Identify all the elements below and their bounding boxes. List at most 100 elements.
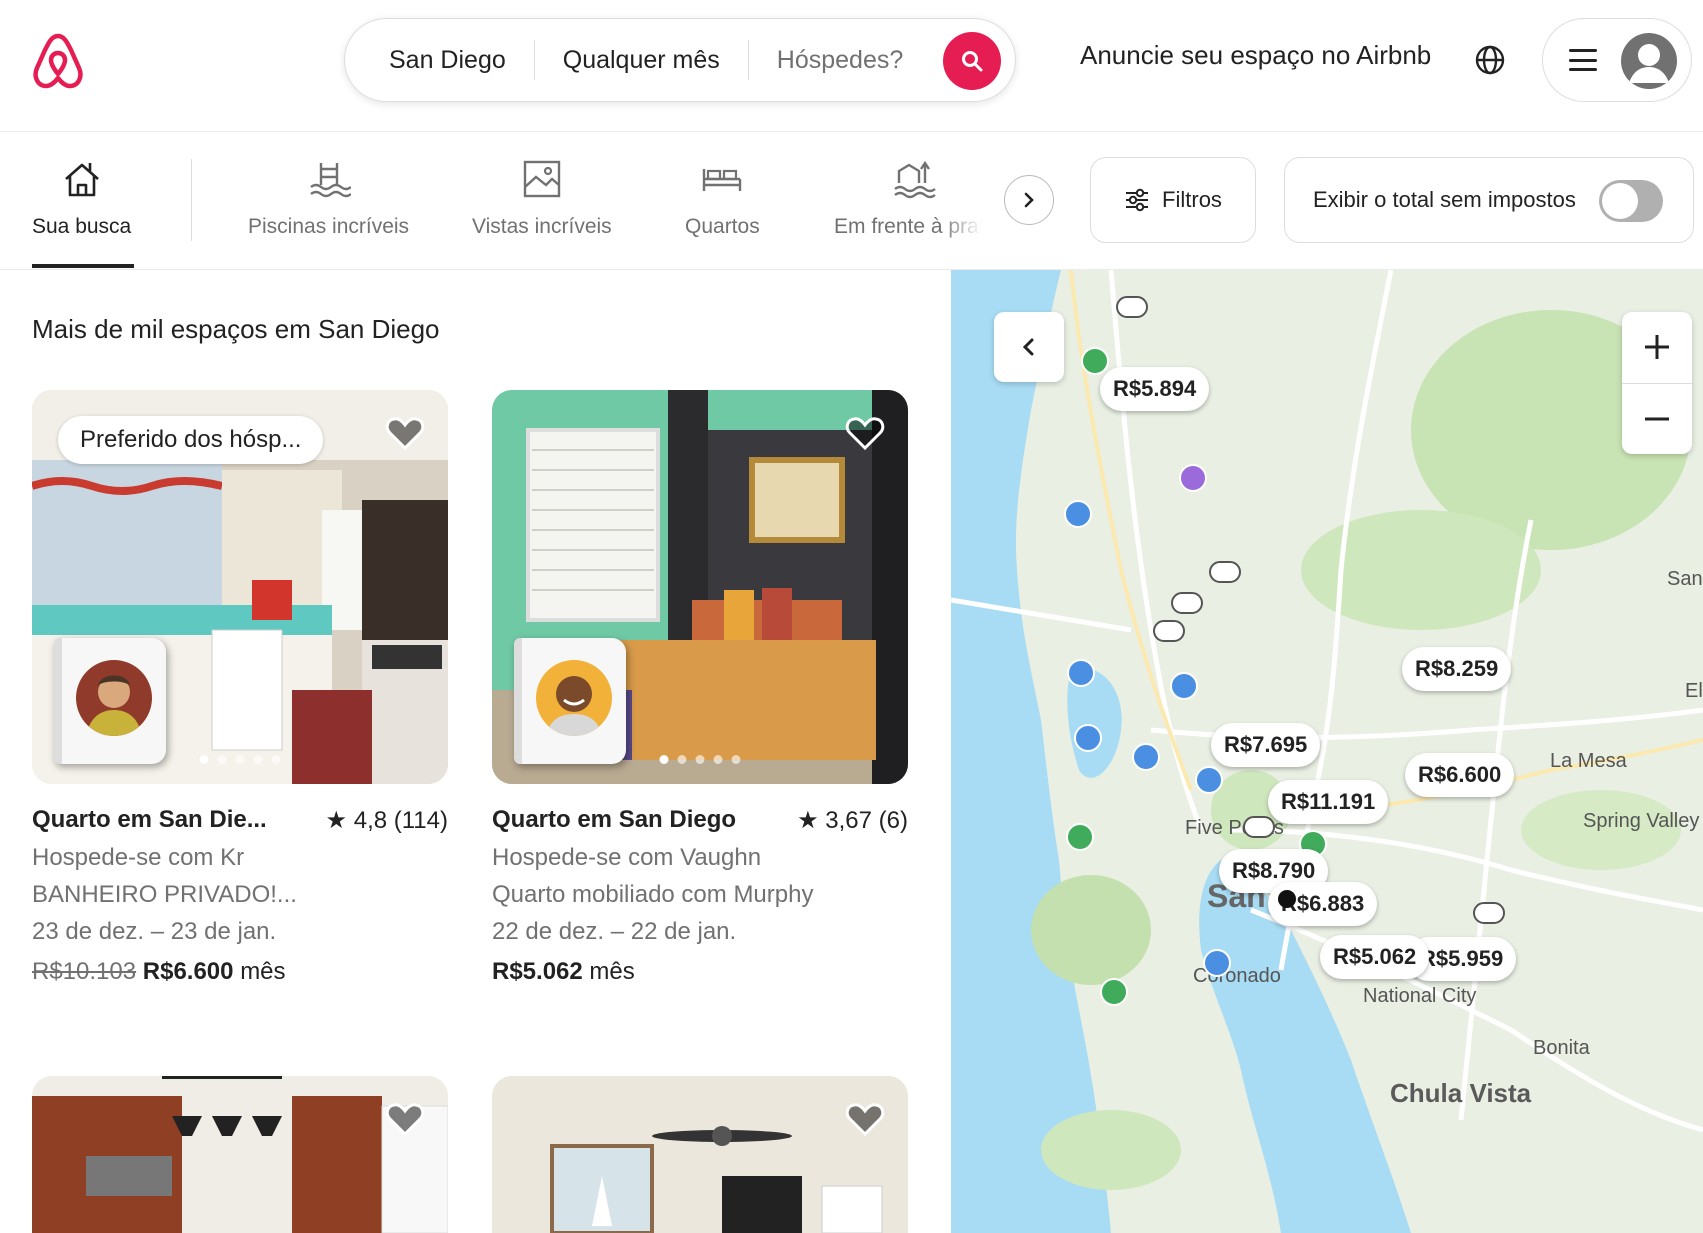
category-label: Sua busca <box>32 215 132 238</box>
beach-poi-icon[interactable] <box>1203 949 1231 977</box>
photo-pagination[interactable] <box>659 755 741 764</box>
beach-poi-icon[interactable] <box>1067 659 1095 687</box>
search-icon <box>962 51 983 72</box>
avatar <box>1621 33 1677 89</box>
listing-card[interactable]: Preferido dos hósp... Quarto em San Die.… <box>32 390 448 986</box>
photo-pagination[interactable] <box>199 755 281 764</box>
beach-poi-icon[interactable] <box>1064 500 1092 528</box>
listing-host: Hospede-se com Vaughn <box>492 844 762 871</box>
host-avatar <box>76 660 152 736</box>
search-dates[interactable]: Qualquer mês <box>535 40 748 80</box>
map-price-pin[interactable]: R$6.600 <box>1405 753 1515 797</box>
attraction-poi-icon[interactable] <box>1170 672 1198 700</box>
heart-icon[interactable] <box>384 412 426 454</box>
category-fade <box>940 153 1000 253</box>
search-guests[interactable]: Hóspedes? <box>749 40 931 80</box>
map-place-label: Bonita <box>1533 1037 1590 1059</box>
map-pin[interactable] <box>1243 816 1275 838</box>
map-pin[interactable] <box>1171 592 1203 614</box>
user-menu-button[interactable] <box>1542 18 1692 102</box>
search-location[interactable]: San Diego <box>345 40 534 80</box>
park-poi-icon[interactable] <box>1100 978 1128 1006</box>
map-price-pin[interactable]: R$5.894 <box>1100 367 1210 411</box>
tax-toggle[interactable]: Exibir o total sem impostos <box>1284 157 1694 243</box>
listing-description: Quarto mobiliado com Murphy <box>492 881 814 908</box>
heart-icon[interactable] <box>384 1098 426 1140</box>
search-bar[interactable]: San Diego Qualquer mês Hóspedes? <box>344 18 1016 102</box>
user-silhouette-icon <box>1629 44 1669 83</box>
heart-icon[interactable] <box>844 1098 886 1140</box>
listing-price: R$10.103 R$6.600 mês <box>32 958 448 986</box>
listing-card[interactable] <box>492 1076 908 1233</box>
listing-card[interactable] <box>32 1076 448 1233</box>
results-count: Mais de mil espaços em San Diego <box>32 314 440 344</box>
pool-icon <box>309 163 351 198</box>
airbnb-logo-icon[interactable] <box>30 30 86 90</box>
category-sua-busca[interactable]: Sua busca <box>32 157 131 239</box>
category-quartos[interactable]: Quartos <box>685 157 760 239</box>
map-place-label: National City <box>1363 985 1477 1007</box>
listing-photo[interactable]: Preferido dos hósp... <box>32 390 448 784</box>
house-icon <box>64 163 99 197</box>
listing-photo[interactable] <box>492 1076 908 1233</box>
beach-icon <box>893 160 936 199</box>
attraction-poi-icon[interactable] <box>1074 724 1102 752</box>
price-current: R$5.062 <box>492 958 583 985</box>
map-place-label: El <box>1685 680 1703 702</box>
tax-switch[interactable] <box>1599 180 1663 222</box>
listing-photo[interactable] <box>32 1076 448 1233</box>
listing-title: Quarto em San Diego <box>492 806 737 833</box>
listing-rating: ★ 4,8 (114) <box>325 807 448 834</box>
shopping-poi-icon[interactable] <box>1179 464 1207 492</box>
listing-title: Quarto em San Die... <box>32 806 267 833</box>
zoom-in-button[interactable] <box>1622 312 1692 382</box>
map-pin[interactable] <box>1116 296 1148 318</box>
guest-favorite-badge: Preferido dos hósp... <box>58 416 324 464</box>
category-next-button[interactable] <box>1004 175 1054 225</box>
listing-price: R$5.062 mês <box>492 958 908 986</box>
map-pin[interactable] <box>1153 620 1185 642</box>
price-unit: mês <box>240 958 286 985</box>
category-label: Piscinas incríveis <box>248 215 410 238</box>
category-bar: Sua busca Piscinas incríveis Vistas incr… <box>0 133 1703 270</box>
map-price-pin[interactable]: R$11.191 <box>1268 780 1389 824</box>
listing-card[interactable]: Quarto em San Diego ★ 3,67 (6) Hospede-s… <box>492 390 908 986</box>
park-poi-icon[interactable] <box>1081 347 1109 375</box>
plus-icon <box>1645 335 1669 359</box>
map-place-label: Spring Valley <box>1583 810 1700 832</box>
bed-icon <box>703 169 742 191</box>
attraction-poi-icon[interactable] <box>1132 743 1160 771</box>
filters-button[interactable]: Filtros <box>1090 157 1256 243</box>
category-vistas[interactable]: Vistas incríveis <box>472 157 612 239</box>
listing-rating: ★ 3,67 (6) <box>797 807 908 834</box>
category-piscinas[interactable]: Piscinas incríveis <box>248 157 409 239</box>
map[interactable]: Five Points La Mesa Spring Valley Corona… <box>951 270 1703 1233</box>
listing-photo[interactable] <box>492 390 908 784</box>
map-price-pin[interactable]: R$8.259 <box>1402 647 1512 691</box>
active-category-indicator <box>32 264 134 268</box>
map-collapse-button[interactable] <box>994 312 1064 382</box>
host-card <box>514 638 626 764</box>
map-price-pin[interactable]: R$7.695 <box>1211 723 1321 767</box>
zoom-out-button[interactable] <box>1622 384 1692 454</box>
listing-host: Hospede-se com Kr <box>32 844 245 871</box>
camera-poi-icon[interactable] <box>1195 766 1223 794</box>
search-button[interactable] <box>943 32 1001 90</box>
map-price-pin[interactable]: R$5.062 <box>1320 935 1430 979</box>
host-avatar <box>536 660 612 736</box>
price-current: R$6.600 <box>142 958 234 985</box>
host-your-home-link[interactable]: Anuncie seu espaço no Airbnb <box>1080 40 1431 71</box>
map-place-label: San <box>1667 568 1703 590</box>
heart-icon[interactable] <box>844 412 886 454</box>
globe-icon[interactable] <box>1474 44 1506 76</box>
host-photo <box>76 660 152 736</box>
hamburger-menu-icon <box>1569 49 1597 71</box>
map-pin[interactable] <box>1209 561 1241 583</box>
host-photo <box>536 660 612 736</box>
cluster-dot[interactable] <box>1278 890 1296 908</box>
filters-label: Filtros <box>1162 187 1222 212</box>
listing-dates: 23 de dez. – 23 de jan. <box>32 918 277 945</box>
chevron-right-icon <box>1024 192 1034 208</box>
park-poi-icon[interactable] <box>1066 823 1094 851</box>
map-pin[interactable] <box>1473 902 1505 924</box>
